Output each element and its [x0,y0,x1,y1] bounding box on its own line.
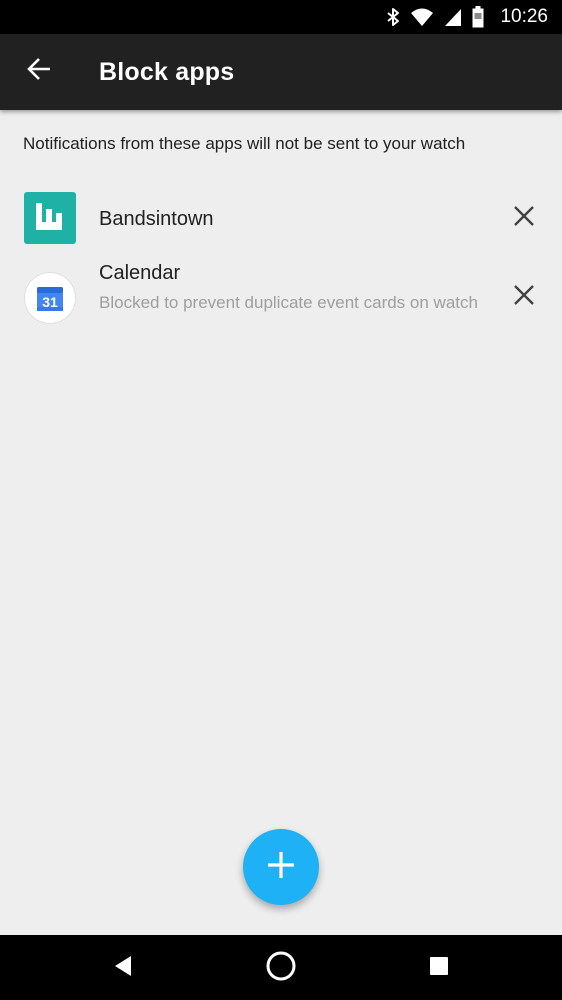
home-circle-icon [265,950,297,987]
bluetooth-icon [386,7,400,27]
plus-icon [266,850,296,885]
remove-bandsintown-button[interactable] [506,200,542,236]
calendar-icon-date: 31 [42,294,58,310]
remove-calendar-button[interactable] [506,279,542,315]
arrow-back-icon [26,56,52,87]
description-text: Notifications from these apps will not b… [23,134,466,153]
app-subtitle-calendar: Blocked to prevent duplicate event cards… [99,293,478,312]
wifi-icon [410,7,434,27]
app-bar: Block apps [0,34,562,110]
status-bar: 10:26 [0,0,562,34]
nav-home-button[interactable] [256,943,306,993]
cell-signal-icon [444,7,462,27]
back-triangle-icon [113,955,133,982]
recents-square-icon [428,955,450,982]
app-name-calendar: Calendar [99,262,181,284]
close-icon [513,284,535,311]
battery-icon [472,6,484,28]
nav-recents-button[interactable] [414,943,464,993]
page-title: Block apps [99,57,235,86]
close-icon [513,205,535,232]
blocked-app-row-calendar: 31 Calendar Blocked to prevent duplicate… [0,262,562,342]
bandsintown-icon [24,192,76,244]
navigation-bar [0,935,562,1000]
app-name-bandsintown: Bandsintown [99,208,214,230]
back-button[interactable] [16,48,62,94]
clock-time: 10:26 [500,6,548,27]
nav-back-button[interactable] [98,943,148,993]
calendar-icon: 31 [24,272,76,324]
blocked-app-row-bandsintown: Bandsintown [0,190,562,246]
add-app-button[interactable] [243,829,319,905]
